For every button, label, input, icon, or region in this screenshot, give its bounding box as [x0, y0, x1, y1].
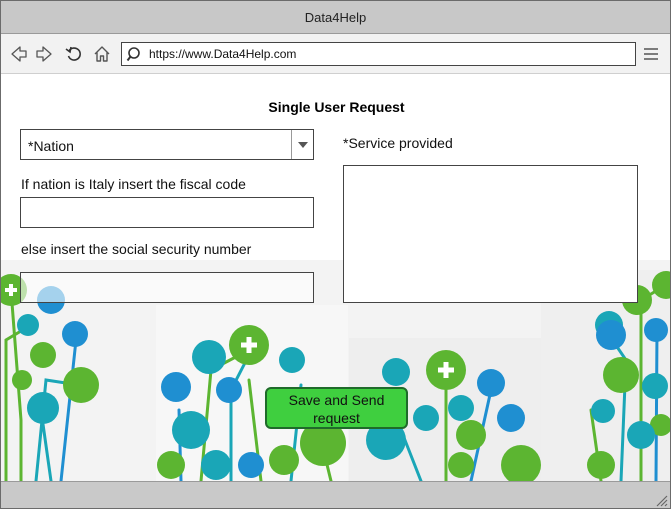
fiscal-code-label: If nation is Italy insert the fiscal cod…	[21, 176, 246, 192]
back-icon[interactable]	[9, 44, 29, 64]
window-title: Data4Help	[304, 10, 367, 25]
url-text: https://www.Data4Help.com	[149, 47, 297, 61]
resize-grip-icon[interactable]	[654, 493, 668, 507]
nation-select[interactable]: *Nation	[20, 129, 314, 160]
reload-icon[interactable]	[64, 44, 84, 64]
form-title: Single User Request	[268, 99, 405, 115]
browser-window: Data4Help https://www.Data4Help.com Sing…	[0, 0, 671, 509]
service-provided-textarea[interactable]	[343, 165, 638, 303]
ssn-label: else insert the social security number	[21, 241, 252, 257]
address-bar[interactable]: https://www.Data4Help.com	[121, 42, 636, 66]
page-content: Single User Request *Nation If nation is…	[1, 75, 670, 481]
ssn-input[interactable]	[20, 272, 314, 303]
window-titlebar: Data4Help	[1, 1, 670, 34]
browser-toolbar: https://www.Data4Help.com	[1, 34, 670, 74]
search-icon	[126, 47, 140, 62]
fiscal-code-input[interactable]	[20, 197, 314, 228]
forward-icon[interactable]	[34, 44, 54, 64]
save-and-send-button[interactable]: Save and Send request	[265, 387, 408, 429]
hamburger-menu-icon[interactable]	[643, 46, 659, 62]
service-provided-label: *Service provided	[343, 135, 453, 151]
dropdown-arrow-icon[interactable]	[291, 130, 313, 159]
status-bar	[1, 481, 670, 508]
nation-select-value: *Nation	[28, 138, 74, 154]
home-icon[interactable]	[92, 44, 112, 64]
